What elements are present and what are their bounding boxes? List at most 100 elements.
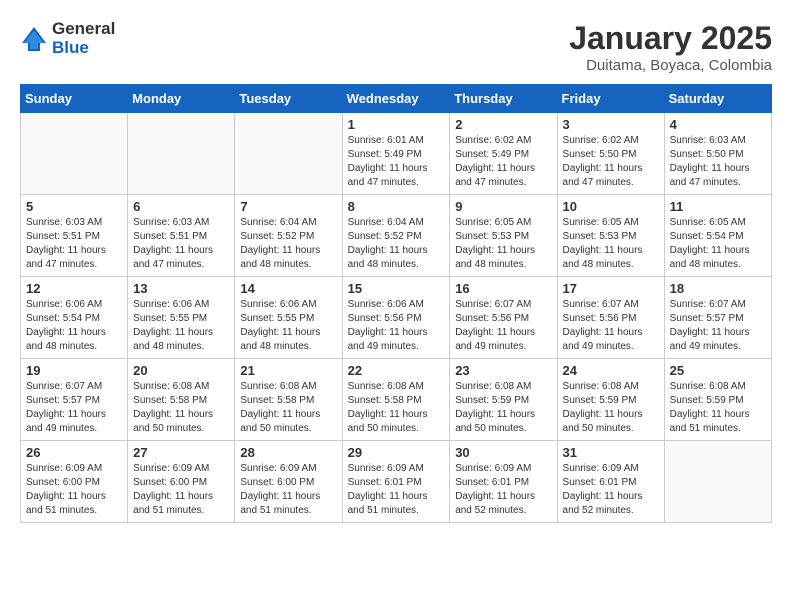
calendar-cell: 24 Sunrise: 6:08 AM Sunset: 5:59 PM Dayli… bbox=[557, 359, 664, 441]
day-info: Sunrise: 6:06 AM Sunset: 5:54 PM Dayligh… bbox=[26, 298, 122, 354]
day-info: Sunrise: 6:06 AM Sunset: 5:56 PM Dayligh… bbox=[348, 298, 445, 354]
day-number: 2 bbox=[455, 117, 551, 132]
calendar-week-row: 12 Sunrise: 6:06 AM Sunset: 5:54 PM Dayli… bbox=[21, 277, 772, 359]
logo-text-line1: General bbox=[52, 20, 115, 39]
day-info: Sunrise: 6:09 AM Sunset: 6:00 PM Dayligh… bbox=[133, 462, 229, 518]
day-info: Sunrise: 6:06 AM Sunset: 5:55 PM Dayligh… bbox=[133, 298, 229, 354]
day-number: 6 bbox=[133, 199, 229, 214]
day-info: Sunrise: 6:07 AM Sunset: 5:56 PM Dayligh… bbox=[563, 298, 659, 354]
calendar-cell: 26 Sunrise: 6:09 AM Sunset: 6:00 PM Dayli… bbox=[21, 441, 128, 523]
day-info: Sunrise: 6:05 AM Sunset: 5:54 PM Dayligh… bbox=[670, 216, 766, 272]
day-info: Sunrise: 6:08 AM Sunset: 5:59 PM Dayligh… bbox=[455, 380, 551, 436]
day-info: Sunrise: 6:01 AM Sunset: 5:49 PM Dayligh… bbox=[348, 134, 445, 190]
day-number: 10 bbox=[563, 199, 659, 214]
calendar-cell: 19 Sunrise: 6:07 AM Sunset: 5:57 PM Dayli… bbox=[21, 359, 128, 441]
calendar-cell: 18 Sunrise: 6:07 AM Sunset: 5:57 PM Dayli… bbox=[664, 277, 771, 359]
weekday-header: Wednesday bbox=[342, 85, 450, 113]
day-info: Sunrise: 6:04 AM Sunset: 5:52 PM Dayligh… bbox=[348, 216, 445, 272]
calendar-table: SundayMondayTuesdayWednesdayThursdayFrid… bbox=[20, 84, 772, 523]
day-info: Sunrise: 6:08 AM Sunset: 5:58 PM Dayligh… bbox=[348, 380, 445, 436]
day-number: 8 bbox=[348, 199, 445, 214]
calendar-cell: 30 Sunrise: 6:09 AM Sunset: 6:01 PM Dayli… bbox=[450, 441, 557, 523]
calendar-cell: 20 Sunrise: 6:08 AM Sunset: 5:58 PM Dayli… bbox=[128, 359, 235, 441]
day-info: Sunrise: 6:05 AM Sunset: 5:53 PM Dayligh… bbox=[455, 216, 551, 272]
calendar-cell: 27 Sunrise: 6:09 AM Sunset: 6:00 PM Dayli… bbox=[128, 441, 235, 523]
day-number: 29 bbox=[348, 445, 445, 460]
calendar-cell: 13 Sunrise: 6:06 AM Sunset: 5:55 PM Dayli… bbox=[128, 277, 235, 359]
day-number: 7 bbox=[240, 199, 336, 214]
day-info: Sunrise: 6:09 AM Sunset: 6:01 PM Dayligh… bbox=[455, 462, 551, 518]
day-info: Sunrise: 6:09 AM Sunset: 6:00 PM Dayligh… bbox=[240, 462, 336, 518]
day-number: 14 bbox=[240, 281, 336, 296]
day-number: 31 bbox=[563, 445, 659, 460]
day-info: Sunrise: 6:03 AM Sunset: 5:51 PM Dayligh… bbox=[26, 216, 122, 272]
day-info: Sunrise: 6:08 AM Sunset: 5:59 PM Dayligh… bbox=[563, 380, 659, 436]
day-number: 24 bbox=[563, 363, 659, 378]
day-info: Sunrise: 6:04 AM Sunset: 5:52 PM Dayligh… bbox=[240, 216, 336, 272]
day-info: Sunrise: 6:03 AM Sunset: 5:51 PM Dayligh… bbox=[133, 216, 229, 272]
day-number: 28 bbox=[240, 445, 336, 460]
day-number: 25 bbox=[670, 363, 766, 378]
day-number: 13 bbox=[133, 281, 229, 296]
calendar-cell: 9Sunrise: 6:05 AM Sunset: 5:53 PM Daylig… bbox=[450, 195, 557, 277]
calendar-cell: 28 Sunrise: 6:09 AM Sunset: 6:00 PM Dayli… bbox=[235, 441, 342, 523]
day-info: Sunrise: 6:07 AM Sunset: 5:57 PM Dayligh… bbox=[26, 380, 122, 436]
day-number: 19 bbox=[26, 363, 122, 378]
calendar-cell: 5 Sunrise: 6:03 AM Sunset: 5:51 PM Daylig… bbox=[21, 195, 128, 277]
day-number: 23 bbox=[455, 363, 551, 378]
calendar-cell bbox=[664, 441, 771, 523]
calendar-header-row: SundayMondayTuesdayWednesdayThursdayFrid… bbox=[21, 85, 772, 113]
day-number: 21 bbox=[240, 363, 336, 378]
day-info: Sunrise: 6:06 AM Sunset: 5:55 PM Dayligh… bbox=[240, 298, 336, 354]
calendar-cell: 16 Sunrise: 6:07 AM Sunset: 5:56 PM Dayli… bbox=[450, 277, 557, 359]
weekday-header: Tuesday bbox=[235, 85, 342, 113]
location-subtitle: Duitama, Boyaca, Colombia bbox=[569, 57, 772, 74]
calendar-week-row: 1 Sunrise: 6:01 AM Sunset: 5:49 PM Daylig… bbox=[21, 113, 772, 195]
calendar-week-row: 26 Sunrise: 6:09 AM Sunset: 6:00 PM Dayli… bbox=[21, 441, 772, 523]
day-number: 27 bbox=[133, 445, 229, 460]
calendar-cell: 6 Sunrise: 6:03 AM Sunset: 5:51 PM Daylig… bbox=[128, 195, 235, 277]
logo: General Blue bbox=[20, 20, 115, 57]
page-header: General Blue January 2025 Duitama, Boyac… bbox=[20, 20, 772, 74]
calendar-cell: 29Sunrise: 6:09 AM Sunset: 6:01 PM Dayli… bbox=[342, 441, 450, 523]
calendar-cell: 14 Sunrise: 6:06 AM Sunset: 5:55 PM Dayli… bbox=[235, 277, 342, 359]
calendar-cell: 15 Sunrise: 6:06 AM Sunset: 5:56 PM Dayli… bbox=[342, 277, 450, 359]
day-number: 20 bbox=[133, 363, 229, 378]
day-number: 18 bbox=[670, 281, 766, 296]
calendar-cell: 21 Sunrise: 6:08 AM Sunset: 5:58 PM Dayli… bbox=[235, 359, 342, 441]
logo-text-line2: Blue bbox=[52, 39, 115, 58]
day-info: Sunrise: 6:07 AM Sunset: 5:57 PM Dayligh… bbox=[670, 298, 766, 354]
calendar-week-row: 5 Sunrise: 6:03 AM Sunset: 5:51 PM Daylig… bbox=[21, 195, 772, 277]
calendar-cell: 23 Sunrise: 6:08 AM Sunset: 5:59 PM Dayli… bbox=[450, 359, 557, 441]
day-number: 15 bbox=[348, 281, 445, 296]
calendar-cell: 1 Sunrise: 6:01 AM Sunset: 5:49 PM Daylig… bbox=[342, 113, 450, 195]
day-number: 26 bbox=[26, 445, 122, 460]
day-number: 16 bbox=[455, 281, 551, 296]
day-info: Sunrise: 6:09 AM Sunset: 6:00 PM Dayligh… bbox=[26, 462, 122, 518]
day-number: 17 bbox=[563, 281, 659, 296]
calendar-cell: 31 Sunrise: 6:09 AM Sunset: 6:01 PM Dayli… bbox=[557, 441, 664, 523]
calendar-cell: 11Sunrise: 6:05 AM Sunset: 5:54 PM Dayli… bbox=[664, 195, 771, 277]
day-info: Sunrise: 6:08 AM Sunset: 5:58 PM Dayligh… bbox=[240, 380, 336, 436]
calendar-cell bbox=[21, 113, 128, 195]
day-number: 5 bbox=[26, 199, 122, 214]
title-block: January 2025 Duitama, Boyaca, Colombia bbox=[569, 20, 772, 74]
calendar-cell: 4Sunrise: 6:03 AM Sunset: 5:50 PM Daylig… bbox=[664, 113, 771, 195]
calendar-cell bbox=[128, 113, 235, 195]
weekday-header: Friday bbox=[557, 85, 664, 113]
calendar-cell: 8 Sunrise: 6:04 AM Sunset: 5:52 PM Daylig… bbox=[342, 195, 450, 277]
calendar-cell: 17 Sunrise: 6:07 AM Sunset: 5:56 PM Dayli… bbox=[557, 277, 664, 359]
calendar-cell: 10 Sunrise: 6:05 AM Sunset: 5:53 PM Dayli… bbox=[557, 195, 664, 277]
day-info: Sunrise: 6:09 AM Sunset: 6:01 PM Dayligh… bbox=[563, 462, 659, 518]
weekday-header: Sunday bbox=[21, 85, 128, 113]
day-info: Sunrise: 6:08 AM Sunset: 5:58 PM Dayligh… bbox=[133, 380, 229, 436]
day-number: 30 bbox=[455, 445, 551, 460]
calendar-cell: 3Sunrise: 6:02 AM Sunset: 5:50 PM Daylig… bbox=[557, 113, 664, 195]
day-info: Sunrise: 6:07 AM Sunset: 5:56 PM Dayligh… bbox=[455, 298, 551, 354]
calendar-cell: 22Sunrise: 6:08 AM Sunset: 5:58 PM Dayli… bbox=[342, 359, 450, 441]
day-number: 12 bbox=[26, 281, 122, 296]
day-info: Sunrise: 6:05 AM Sunset: 5:53 PM Dayligh… bbox=[563, 216, 659, 272]
day-info: Sunrise: 6:02 AM Sunset: 5:49 PM Dayligh… bbox=[455, 134, 551, 190]
day-number: 1 bbox=[348, 117, 445, 132]
calendar-cell: 12 Sunrise: 6:06 AM Sunset: 5:54 PM Dayli… bbox=[21, 277, 128, 359]
